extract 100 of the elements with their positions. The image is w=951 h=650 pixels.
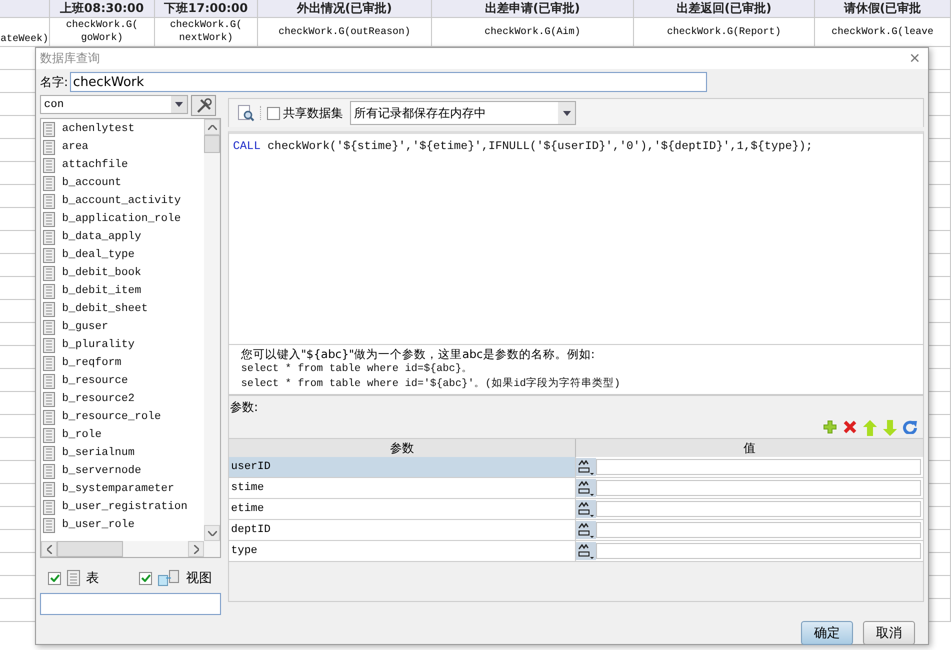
table-list-item[interactable]: achenlytest — [62, 123, 135, 135]
table-list-item[interactable]: area — [62, 141, 88, 153]
scroll-right-button[interactable] — [188, 541, 204, 557]
params-label: 参数: — [229, 399, 260, 416]
table-list-item[interactable]: b_account_activity — [62, 195, 181, 207]
add-icon[interactable] — [823, 420, 837, 434]
table-icon — [43, 176, 55, 190]
scrollbar-thumb[interactable] — [204, 135, 220, 153]
column-header: 外出情况(已审批) — [258, 0, 432, 18]
caret-icon — [175, 102, 183, 107]
column-header: 请休假(已审批 — [815, 0, 951, 18]
delete-icon[interactable] — [843, 420, 857, 434]
parameter-row[interactable]: deptID — [229, 520, 923, 541]
scrollbar-thumb[interactable] — [57, 541, 123, 557]
table-icon — [43, 464, 55, 478]
input-field[interactable] — [40, 593, 221, 615]
table-cell: type — [231, 545, 258, 557]
preview-icon[interactable] — [237, 104, 255, 122]
table-icon — [43, 158, 55, 172]
table-list-item[interactable]: b_resource2 — [62, 393, 135, 405]
table-list-item[interactable]: b_deal_type — [62, 249, 135, 261]
hint-text: select * from table where id=${abc}。 — [241, 362, 474, 377]
checkbox-label: 视图 — [186, 570, 212, 587]
checkbox[interactable] — [48, 572, 61, 584]
checkbox[interactable] — [267, 106, 280, 120]
parameter-row[interactable]: etime — [229, 499, 923, 520]
tools-button[interactable] — [191, 95, 216, 116]
table-icon — [43, 500, 55, 514]
table-icon — [43, 122, 55, 136]
table-list-item[interactable]: b_data_apply — [62, 231, 142, 243]
parameter-row[interactable]: stime — [229, 478, 923, 499]
name-field[interactable]: checkWork — [70, 72, 708, 92]
table-cell: userID — [231, 461, 271, 473]
table-icon — [43, 356, 55, 370]
scroll-left-button[interactable] — [41, 541, 57, 557]
table-icon — [43, 428, 55, 442]
column-header: 上班08:30:00 — [50, 0, 155, 18]
window-title: 数据库查询 — [40, 50, 100, 67]
dialog-button[interactable]: 确定 — [801, 621, 853, 645]
table-icon — [43, 392, 55, 406]
checkbox-label: 共享数据集 — [283, 104, 343, 122]
value-field[interactable] — [596, 501, 921, 517]
type-icon[interactable] — [576, 542, 596, 560]
table-icon — [43, 194, 55, 208]
table-list-item[interactable]: b_debit_book — [62, 267, 142, 279]
table-list-item[interactable]: b_application_role — [62, 213, 181, 225]
table-icon — [43, 338, 55, 352]
value-field[interactable] — [596, 522, 921, 538]
parameter-row[interactable]: type — [229, 541, 923, 562]
table-list-item[interactable]: b_debit_item — [62, 285, 142, 297]
column-header: 下班17:00:00 — [155, 0, 258, 18]
filter-combobox[interactable]: con — [40, 95, 188, 114]
checkbox-label: 表 — [86, 570, 99, 587]
checkbox[interactable] — [139, 572, 152, 584]
value-field[interactable] — [596, 480, 921, 496]
scroll-up-button[interactable] — [204, 119, 220, 135]
caret-icon — [46, 544, 52, 554]
table-list-item[interactable]: b_resource — [62, 375, 128, 387]
table-icon — [43, 374, 55, 388]
table-list-item[interactable]: b_account — [62, 177, 122, 189]
table-list-item[interactable]: attachfile — [62, 159, 128, 171]
table-cell: stime — [231, 482, 264, 494]
table-list-item[interactable]: b_resource_role — [62, 411, 162, 423]
sql-editor[interactable]: CALL checkWork('${stime}','${etime}',IFNULL('${userID}','0'),'${deptID}',1,${type}); — [228, 131, 924, 345]
table-cell: etime — [231, 503, 264, 515]
name-label: 名字: — [40, 74, 68, 90]
view-icon — [158, 570, 180, 586]
table-list-item[interactable]: b_user_role — [62, 519, 135, 531]
refresh-icon[interactable] — [903, 420, 917, 434]
table-list-item[interactable]: b_debit_sheet — [62, 303, 148, 315]
column-header: 出差返回(已审批) — [634, 0, 815, 18]
table-list-item[interactable]: b_user_registration — [62, 501, 188, 513]
table-icon — [43, 284, 55, 298]
type-icon[interactable] — [576, 479, 596, 497]
dialog-button[interactable]: 取消 — [863, 621, 915, 645]
table-list-item[interactable]: b_servernode — [62, 465, 142, 477]
table-icon — [43, 446, 55, 460]
table-list-item[interactable]: b_plurality — [62, 339, 135, 351]
table-cell: deptID — [231, 524, 271, 536]
value-field[interactable] — [596, 543, 921, 559]
close-button[interactable]: × — [909, 48, 920, 69]
table-icon — [43, 320, 55, 334]
parameter-row[interactable]: userID — [229, 457, 923, 478]
table-list-item[interactable]: b_serialnum — [62, 447, 135, 459]
caret-icon — [562, 110, 570, 116]
scroll-down-button[interactable] — [204, 525, 220, 541]
table-icon — [43, 302, 55, 316]
caret-icon — [208, 124, 216, 130]
table-list-item[interactable]: b_reqform — [62, 357, 122, 369]
type-icon[interactable] — [576, 500, 596, 518]
type-icon[interactable] — [576, 458, 596, 476]
table-list-item[interactable]: b_role — [62, 429, 102, 441]
hint-text: select * from table where id='${abc}'。(如果id字段为字符串类型) — [241, 377, 622, 392]
value-field[interactable] — [596, 459, 921, 475]
table-icon — [67, 570, 80, 586]
table-list-item[interactable]: b_systemparameter — [62, 483, 174, 495]
type-icon[interactable] — [576, 521, 596, 539]
mode-dropdown[interactable]: 所有记录都保存在内存中 — [350, 101, 576, 125]
table-list-item[interactable]: b_guser — [62, 321, 108, 333]
column-header: 值 — [742, 440, 756, 457]
